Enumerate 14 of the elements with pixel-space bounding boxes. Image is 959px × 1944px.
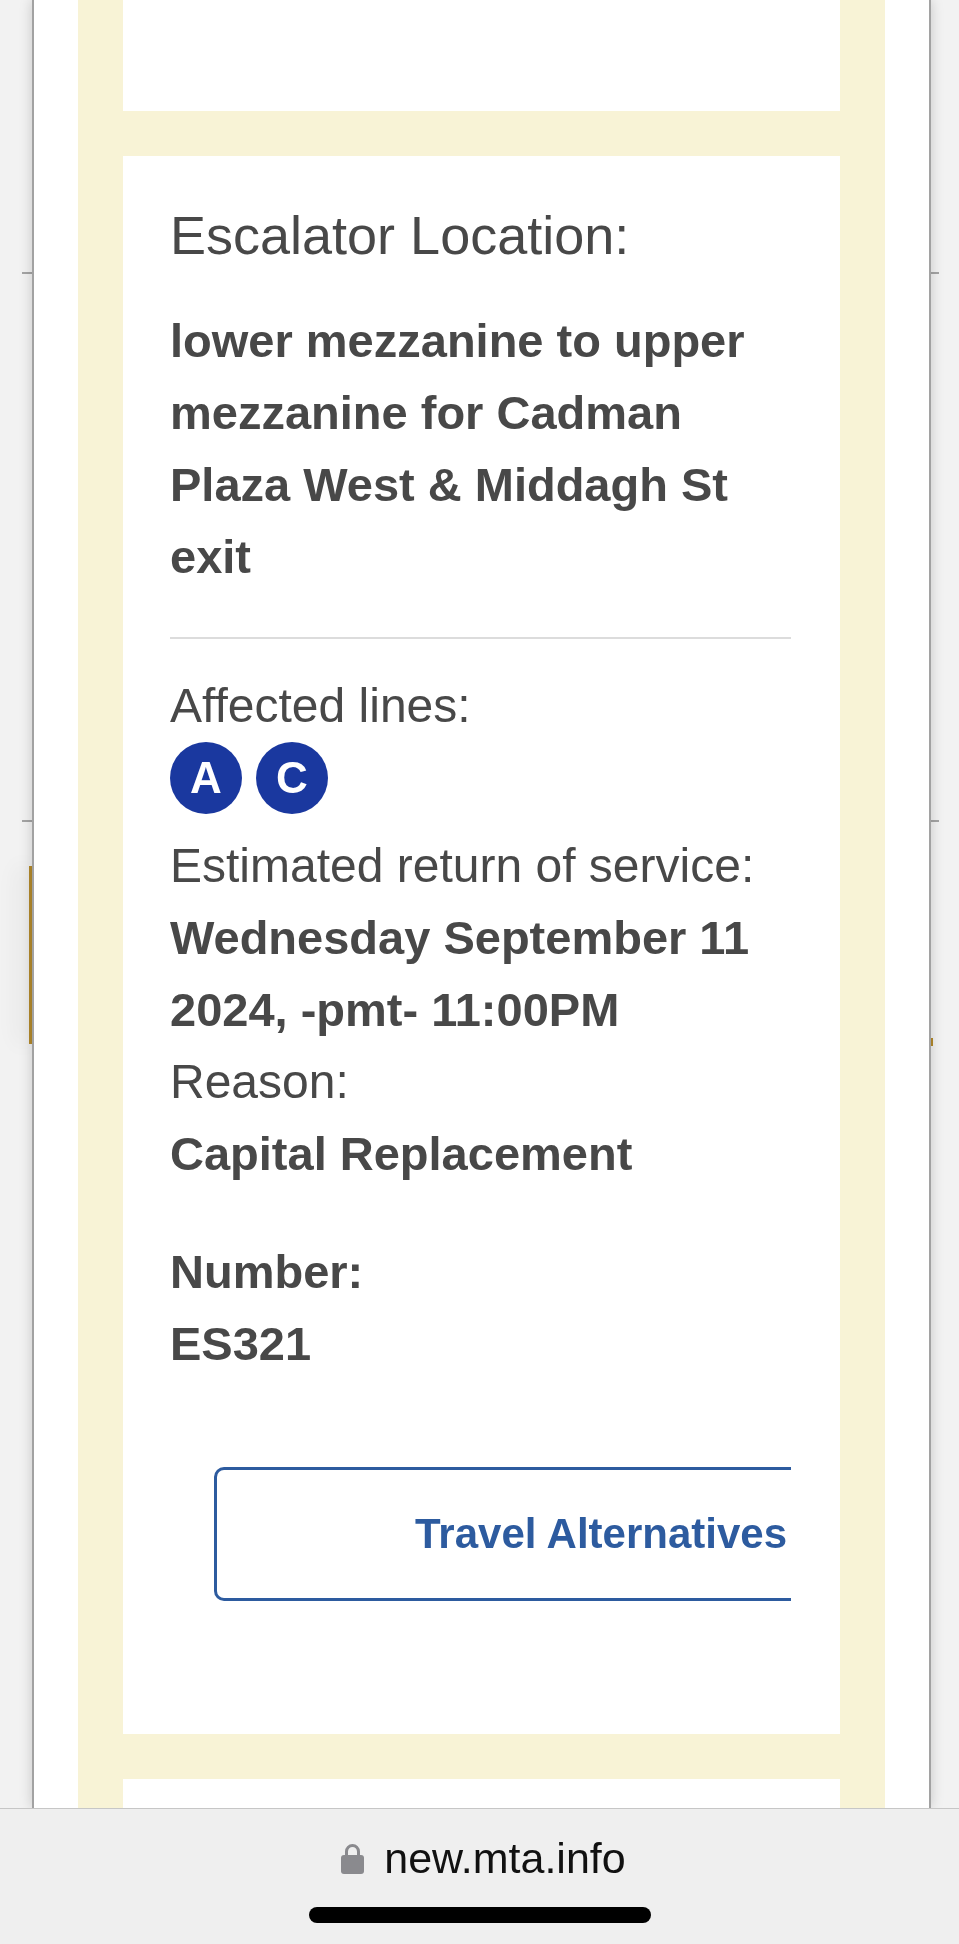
lock-icon	[341, 1842, 365, 1874]
return-of-service-label: Estimated return of service:	[170, 838, 756, 894]
reason-label: Reason:	[170, 1054, 350, 1110]
reason-text: Capital Replacement	[170, 1126, 634, 1182]
return-of-service-date: Wednesday September 11 2024, -pmt- 11:00PM	[170, 910, 751, 1038]
escalator-location-label: Escalator Location:	[170, 204, 631, 267]
address-url[interactable]: new.mta.info	[384, 1833, 626, 1883]
subway-line-bullet: A	[170, 742, 242, 814]
number-text: ES321	[170, 1316, 313, 1372]
number-label: Number:	[170, 1244, 365, 1300]
subway-line-bullet: C	[256, 742, 328, 814]
escalator-location-text: lower mezzanine to upper mezzanine for Cadman Plaza West & Middagh St exit	[170, 313, 746, 585]
travel-alternatives-button[interactable]: Travel Alternatives	[214, 1467, 791, 1601]
affected-lines-label: Affected lines:	[170, 678, 472, 734]
